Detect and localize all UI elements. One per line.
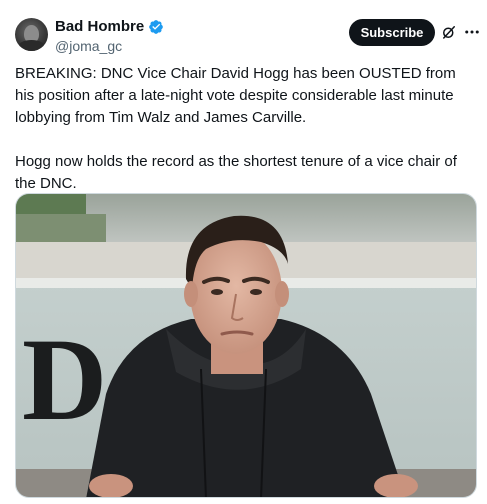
tweet-media-photo[interactable]: D [15,193,477,498]
more-horizontal-icon[interactable] [462,23,482,41]
photo-scene: D [16,194,476,497]
tweet-paragraph-1: BREAKING: DNC Vice Chair David Hogg has … [15,65,456,126]
avatar-shoulders [18,40,45,51]
author-handle[interactable]: @joma_gc [55,38,122,54]
tweet-paragraph-2: Hogg now holds the record as the shortes… [15,153,457,192]
verified-badge-icon [149,19,164,34]
author-display-name[interactable]: Bad Hombre [55,18,144,35]
grok-icon[interactable] [440,23,458,41]
avatar[interactable] [15,18,48,51]
author-name-row: Bad Hombre [55,18,164,35]
tweet-card[interactable]: Bad Hombre @joma_gc Subscribe BREAKING: … [0,0,487,504]
tweet-text: BREAKING: DNC Vice Chair David Hogg has … [15,63,477,195]
subscribe-button[interactable]: Subscribe [349,19,435,46]
sign-letter: D [22,314,107,445]
